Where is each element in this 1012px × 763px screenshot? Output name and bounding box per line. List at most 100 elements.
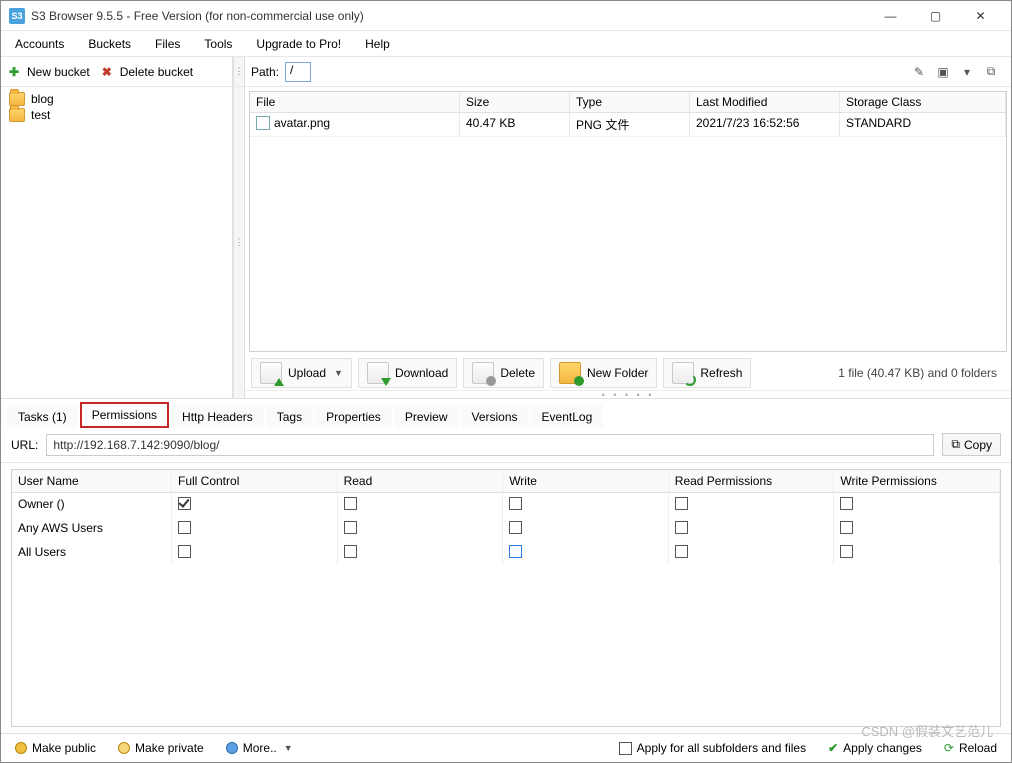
perm-header-full[interactable]: Full Control [172,470,338,492]
upload-button[interactable]: Upload ▼ [251,358,352,388]
tree-item-blog[interactable]: blog [7,91,226,107]
upload-label: Upload [288,366,326,380]
delete-file-button[interactable]: Delete [463,358,544,388]
checkbox[interactable] [840,521,853,534]
menu-tools[interactable]: Tools [194,34,242,54]
chevron-down-icon[interactable]: ▼ [334,368,343,378]
refresh-button[interactable]: Refresh [663,358,751,388]
tree-item-test[interactable]: test [7,107,226,123]
topbar: ✚New bucket ✖Delete bucket ⋮ Path: / ✎ ▣… [1,57,1011,87]
file-row[interactable]: avatar.png40.47 KBPNG 文件2021/7/23 16:52:… [250,113,1006,137]
select-all-icon[interactable]: ▣ [935,64,951,80]
checkbox[interactable] [509,545,522,558]
tab-permissions[interactable]: Permissions [80,402,169,428]
minimize-button[interactable]: — [868,2,913,30]
new-bucket-label: New bucket [27,65,90,79]
checkbox[interactable] [178,497,191,510]
delete-bucket-label: Delete bucket [120,65,193,79]
url-label: URL: [11,438,38,452]
reload-icon: ⟳ [944,741,954,755]
download-button[interactable]: Download [358,358,457,388]
more-button[interactable]: More.. ▼ [220,738,299,758]
tree-item-label: blog [31,92,54,106]
checkbox[interactable] [344,521,357,534]
checkbox[interactable] [344,497,357,510]
path-input[interactable]: / [285,62,311,82]
menu-buckets[interactable]: Buckets [78,34,141,54]
copy-path-icon[interactable]: ⧉ [983,64,999,80]
checkbox[interactable] [344,545,357,558]
tab-versions[interactable]: Versions [461,405,529,428]
new-folder-button[interactable]: New Folder [550,358,657,388]
tab-properties[interactable]: Properties [315,405,392,428]
perm-row[interactable]: All Users [12,541,1000,565]
copy-button[interactable]: ⧉Copy [942,433,1001,456]
refresh-icon [672,362,694,384]
edit-icon[interactable]: ✎ [911,64,927,80]
folder-icon [9,92,25,106]
tab-eventlog[interactable]: EventLog [531,405,604,428]
perm-header-read[interactable]: Read [338,470,504,492]
perm-header-write[interactable]: Write [503,470,669,492]
url-field[interactable]: http://192.168.7.142:9090/blog/ [46,434,934,456]
tree-item-label: test [31,108,50,122]
menu-files[interactable]: Files [145,34,190,54]
make-public-label: Make public [32,741,96,755]
menu-upgrade[interactable]: Upgrade to Pro! [246,34,351,54]
tabstrip: Tasks (1) Permissions Http Headers Tags … [1,399,1011,427]
tab-tags[interactable]: Tags [266,405,313,428]
checkbox[interactable] [675,545,688,558]
reload-button[interactable]: ⟳Reload [938,738,1003,758]
upload-icon [260,362,282,384]
bottom-bar: Make public Make private More.. ▼ Apply f… [1,733,1011,762]
splitter-vertical[interactable]: ⋮ [233,87,245,398]
splitter-vertical-top[interactable]: ⋮ [233,57,245,86]
file-header-file[interactable]: File [250,92,460,112]
tab-tasks[interactable]: Tasks (1) [7,405,78,428]
checkbox[interactable] [178,545,191,558]
chevron-down-icon[interactable]: ▼ [284,743,293,753]
apply-all-checkbox[interactable]: Apply for all subfolders and files [613,738,812,758]
new-bucket-button[interactable]: ✚ New bucket [5,62,94,82]
file-header-modified[interactable]: Last Modified [690,92,840,112]
file-header-size[interactable]: Size [460,92,570,112]
file-status: 1 file (40.47 KB) and 0 folders [757,366,1005,380]
perm-row[interactable]: Any AWS Users [12,517,1000,541]
tab-http-headers[interactable]: Http Headers [171,405,264,428]
checkbox[interactable] [840,545,853,558]
tab-preview[interactable]: Preview [394,405,459,428]
perm-row[interactable]: Owner () [12,493,1000,517]
lock-icon [118,742,130,754]
make-private-label: Make private [135,741,204,755]
checkbox[interactable] [509,497,522,510]
more-icon [226,742,238,754]
make-public-button[interactable]: Make public [9,738,102,758]
make-private-button[interactable]: Make private [112,738,210,758]
perm-header-writep[interactable]: Write Permissions [834,470,1000,492]
more-label: More.. [243,741,277,755]
file-header-storage[interactable]: Storage Class [840,92,1006,112]
perm-header-readp[interactable]: Read Permissions [669,470,835,492]
new-folder-label: New Folder [587,366,648,380]
apply-all-box[interactable] [619,742,632,755]
menu-accounts[interactable]: Accounts [5,34,74,54]
apply-changes-button[interactable]: ✔Apply changes [822,738,928,758]
menubar: Accounts Buckets Files Tools Upgrade to … [1,31,1011,57]
checkbox[interactable] [509,521,522,534]
perm-header-user[interactable]: User Name [12,470,172,492]
checkbox[interactable] [840,497,853,510]
close-button[interactable]: ✕ [958,2,1003,30]
plus-icon: ✚ [9,65,23,79]
filter-icon[interactable]: ▾ [959,64,975,80]
checkbox[interactable] [675,497,688,510]
maximize-button[interactable]: ▢ [913,2,958,30]
checkbox[interactable] [675,521,688,534]
file-header-type[interactable]: Type [570,92,690,112]
menu-help[interactable]: Help [355,34,400,54]
main-split: blogtest ⋮ File Size Type Last Modified … [1,87,1011,399]
splitter-horizontal[interactable]: • • • • • [245,390,1011,398]
app-icon: S3 [9,8,25,24]
delete-bucket-button[interactable]: ✖Delete bucket [98,62,197,82]
checkbox[interactable] [178,521,191,534]
download-icon [367,362,389,384]
